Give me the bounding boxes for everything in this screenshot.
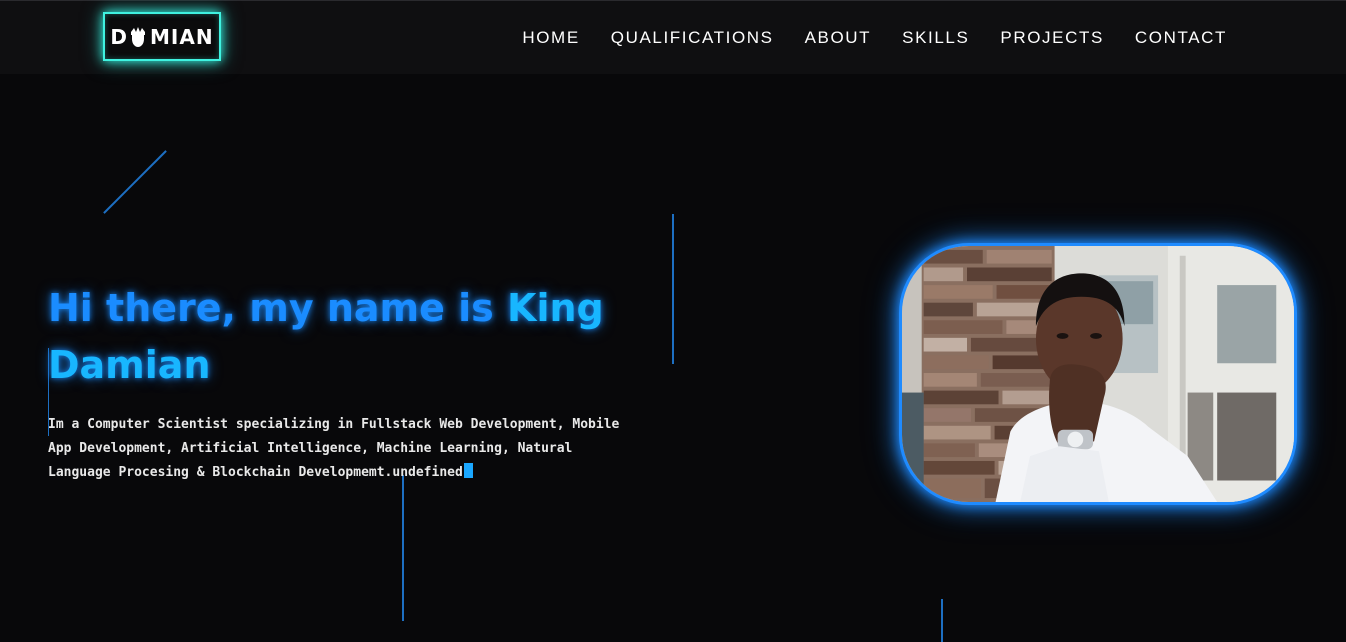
crown-icon [129,26,147,48]
nav-projects[interactable]: PROJECTS [1000,27,1103,49]
typing-cursor [463,463,473,478]
nav-skills[interactable]: SKILLS [902,27,969,49]
hero-description-text: Im a Computer Scientist specializing in … [48,417,620,480]
decor-vertical-line-2 [402,475,404,621]
hero-description: Im a Computer Scientist specializing in … [48,413,628,485]
logo[interactable]: D MIAN [103,12,221,61]
main-nav: HOME QUALIFICATIONS ABOUT SKILLS PROJECT… [522,27,1227,49]
decor-diagonal-line [103,150,167,214]
nav-home[interactable]: HOME [522,27,579,49]
profile-photo [899,243,1297,505]
decor-vertical-line-1 [672,214,674,364]
logo-letters-mian: MIAN [150,24,214,49]
page: D MIAN HOME QUALIFICATIONS ABOUT SKILLS … [0,0,1346,642]
nav-about[interactable]: ABOUT [805,27,872,49]
profile-photo-image [902,246,1294,502]
hero-title: Hi there, my name is King Damian [48,280,628,394]
nav-qualifications[interactable]: QUALIFICATIONS [611,27,774,49]
navbar: D MIAN HOME QUALIFICATIONS ABOUT SKILLS … [0,0,1346,74]
decor-vertical-line-3 [941,599,943,642]
nav-contact[interactable]: CONTACT [1135,27,1227,49]
logo-letter-d: D [110,24,129,49]
hero-greeting: Hi there, my name is [48,286,507,330]
logo-text: D MIAN [110,25,213,49]
